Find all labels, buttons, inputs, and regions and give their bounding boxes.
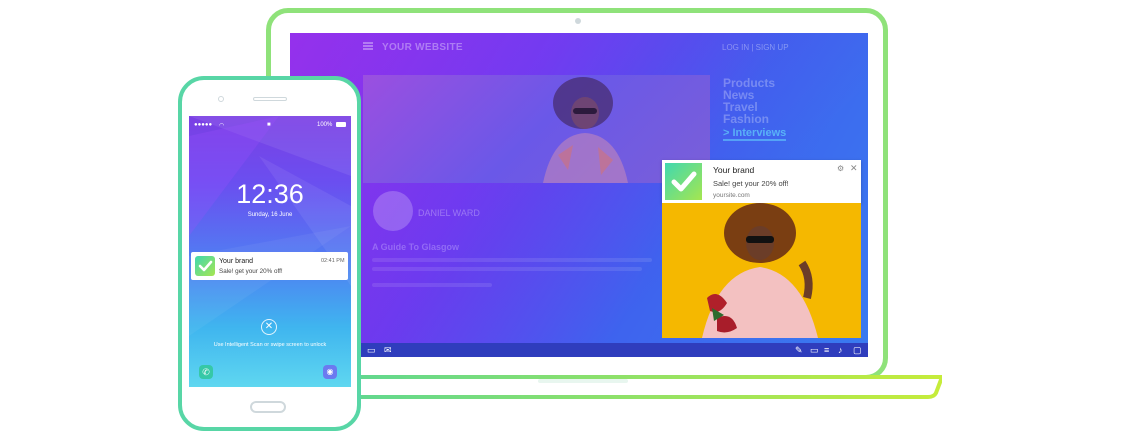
chat-icon[interactable]: ▢ [853, 345, 862, 356]
home-button[interactable] [250, 401, 286, 413]
brand-logo [665, 163, 702, 200]
folder-icon[interactable]: ▭ [367, 345, 376, 356]
notification-title: Your brand [713, 165, 755, 175]
notification-body: Sale! get your 20% off! [713, 179, 789, 188]
author-avatar [373, 191, 413, 231]
notification-site: yoursite.com [713, 192, 750, 199]
camera-icon[interactable]: ◉ [323, 365, 337, 379]
article-text-line [372, 258, 652, 262]
site-menu: Products News Travel Fashion [723, 77, 775, 125]
article-text-line [372, 283, 492, 287]
checkmark-icon [671, 171, 697, 192]
battery-icon [336, 122, 346, 127]
taskbar: ▭ ✉ ✎ ▭ ≡ ♪ ▢ [290, 343, 868, 357]
gear-icon[interactable]: ⚙ [837, 164, 844, 173]
author-name: DANIEL WARD [418, 208, 480, 218]
login-signup-link[interactable]: LOG IN | SIGN UP [722, 43, 789, 52]
unlock-close-icon[interactable]: ✕ [261, 319, 277, 335]
phone-call-icon[interactable]: ✆ [199, 365, 213, 379]
article-title[interactable]: A Guide To Glasgow [372, 242, 459, 252]
fashion-model-photo [702, 203, 818, 338]
close-icon[interactable]: ✕ [850, 163, 858, 174]
menu-item-interviews[interactable]: > Interviews [723, 127, 787, 141]
phone-speaker [253, 97, 287, 101]
hamburger-menu-icon[interactable] [363, 42, 373, 50]
phone-status-bar: ●●●●● ◠ ■ 100% [189, 122, 351, 130]
signal-icon: ●●●●● [194, 122, 213, 128]
lock-date: Sunday, 16 June [247, 212, 293, 218]
person-illustration [543, 77, 628, 183]
notification-title: Your brand [219, 258, 253, 265]
mail-icon[interactable]: ✉ [384, 345, 392, 356]
pin-icon[interactable]: ✎ [795, 345, 803, 356]
site-title[interactable]: YOUR WEBSITE [382, 42, 463, 53]
menu-item-fashion[interactable]: Fashion [723, 113, 775, 125]
wifi-icon: ◠ [219, 123, 225, 129]
volume-icon[interactable]: ♪ [838, 345, 843, 355]
network-icon[interactable]: ≡ [824, 345, 829, 355]
desktop-notification[interactable]: Your brand Sale! get your 20% off! yours… [662, 160, 861, 203]
battery-icon[interactable]: ▭ [810, 345, 819, 356]
battery-percent: 100% [317, 122, 333, 128]
lock-time: 12:36 [236, 179, 304, 209]
phone-camera [218, 96, 224, 102]
phone-notification[interactable]: Your brand Sale! get your 20% off! 02:41… [191, 252, 348, 280]
lock-icon: ■ [267, 122, 271, 128]
unlock-instructions: Use Intelligent Scan or swipe screen to … [213, 342, 327, 348]
article-text-line [372, 267, 642, 271]
hero-image [363, 75, 710, 183]
phone-screen: ●●●●● ◠ ■ 100% 12:36 Sunday, 16 June You… [189, 116, 351, 387]
laptop-camera [575, 18, 581, 24]
checkmark-icon [198, 260, 213, 272]
notification-body: Sale! get your 20% off! [219, 268, 283, 275]
notification-image[interactable] [662, 203, 861, 338]
laptop-screen: YOUR WEBSITE LOG IN | SIGN UP Products N… [290, 33, 868, 357]
brand-logo [195, 256, 215, 276]
notification-time: 02:41 PM [321, 258, 345, 264]
